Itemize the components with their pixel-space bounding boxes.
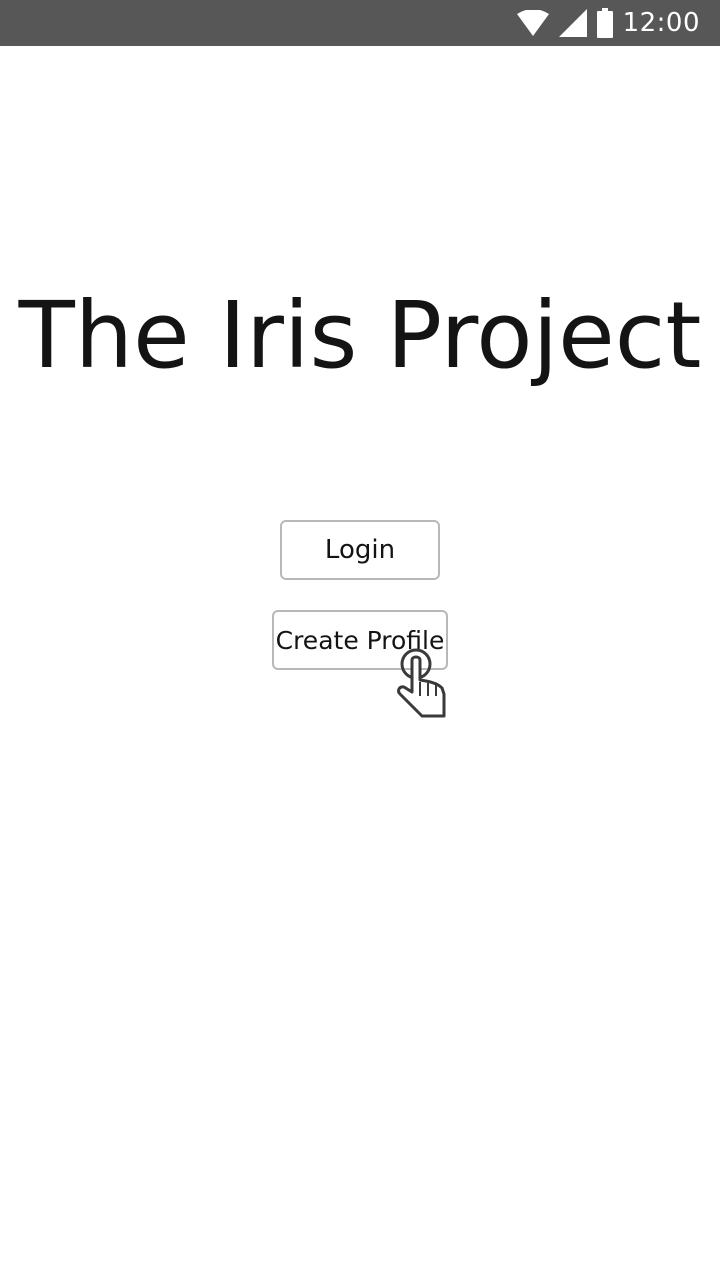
hand-pointer-icon [392, 646, 448, 718]
status-time: 12:00 [622, 8, 700, 38]
cell-signal-icon [558, 9, 587, 37]
status-bar: 12:00 [0, 0, 720, 46]
status-icons: 12:00 [516, 0, 700, 46]
login-button[interactable]: Login [280, 520, 440, 580]
battery-icon [596, 8, 613, 38]
wifi-icon [516, 10, 549, 36]
app-title: The Iris Project [18, 282, 702, 389]
login-button-label: Login [324, 535, 396, 565]
